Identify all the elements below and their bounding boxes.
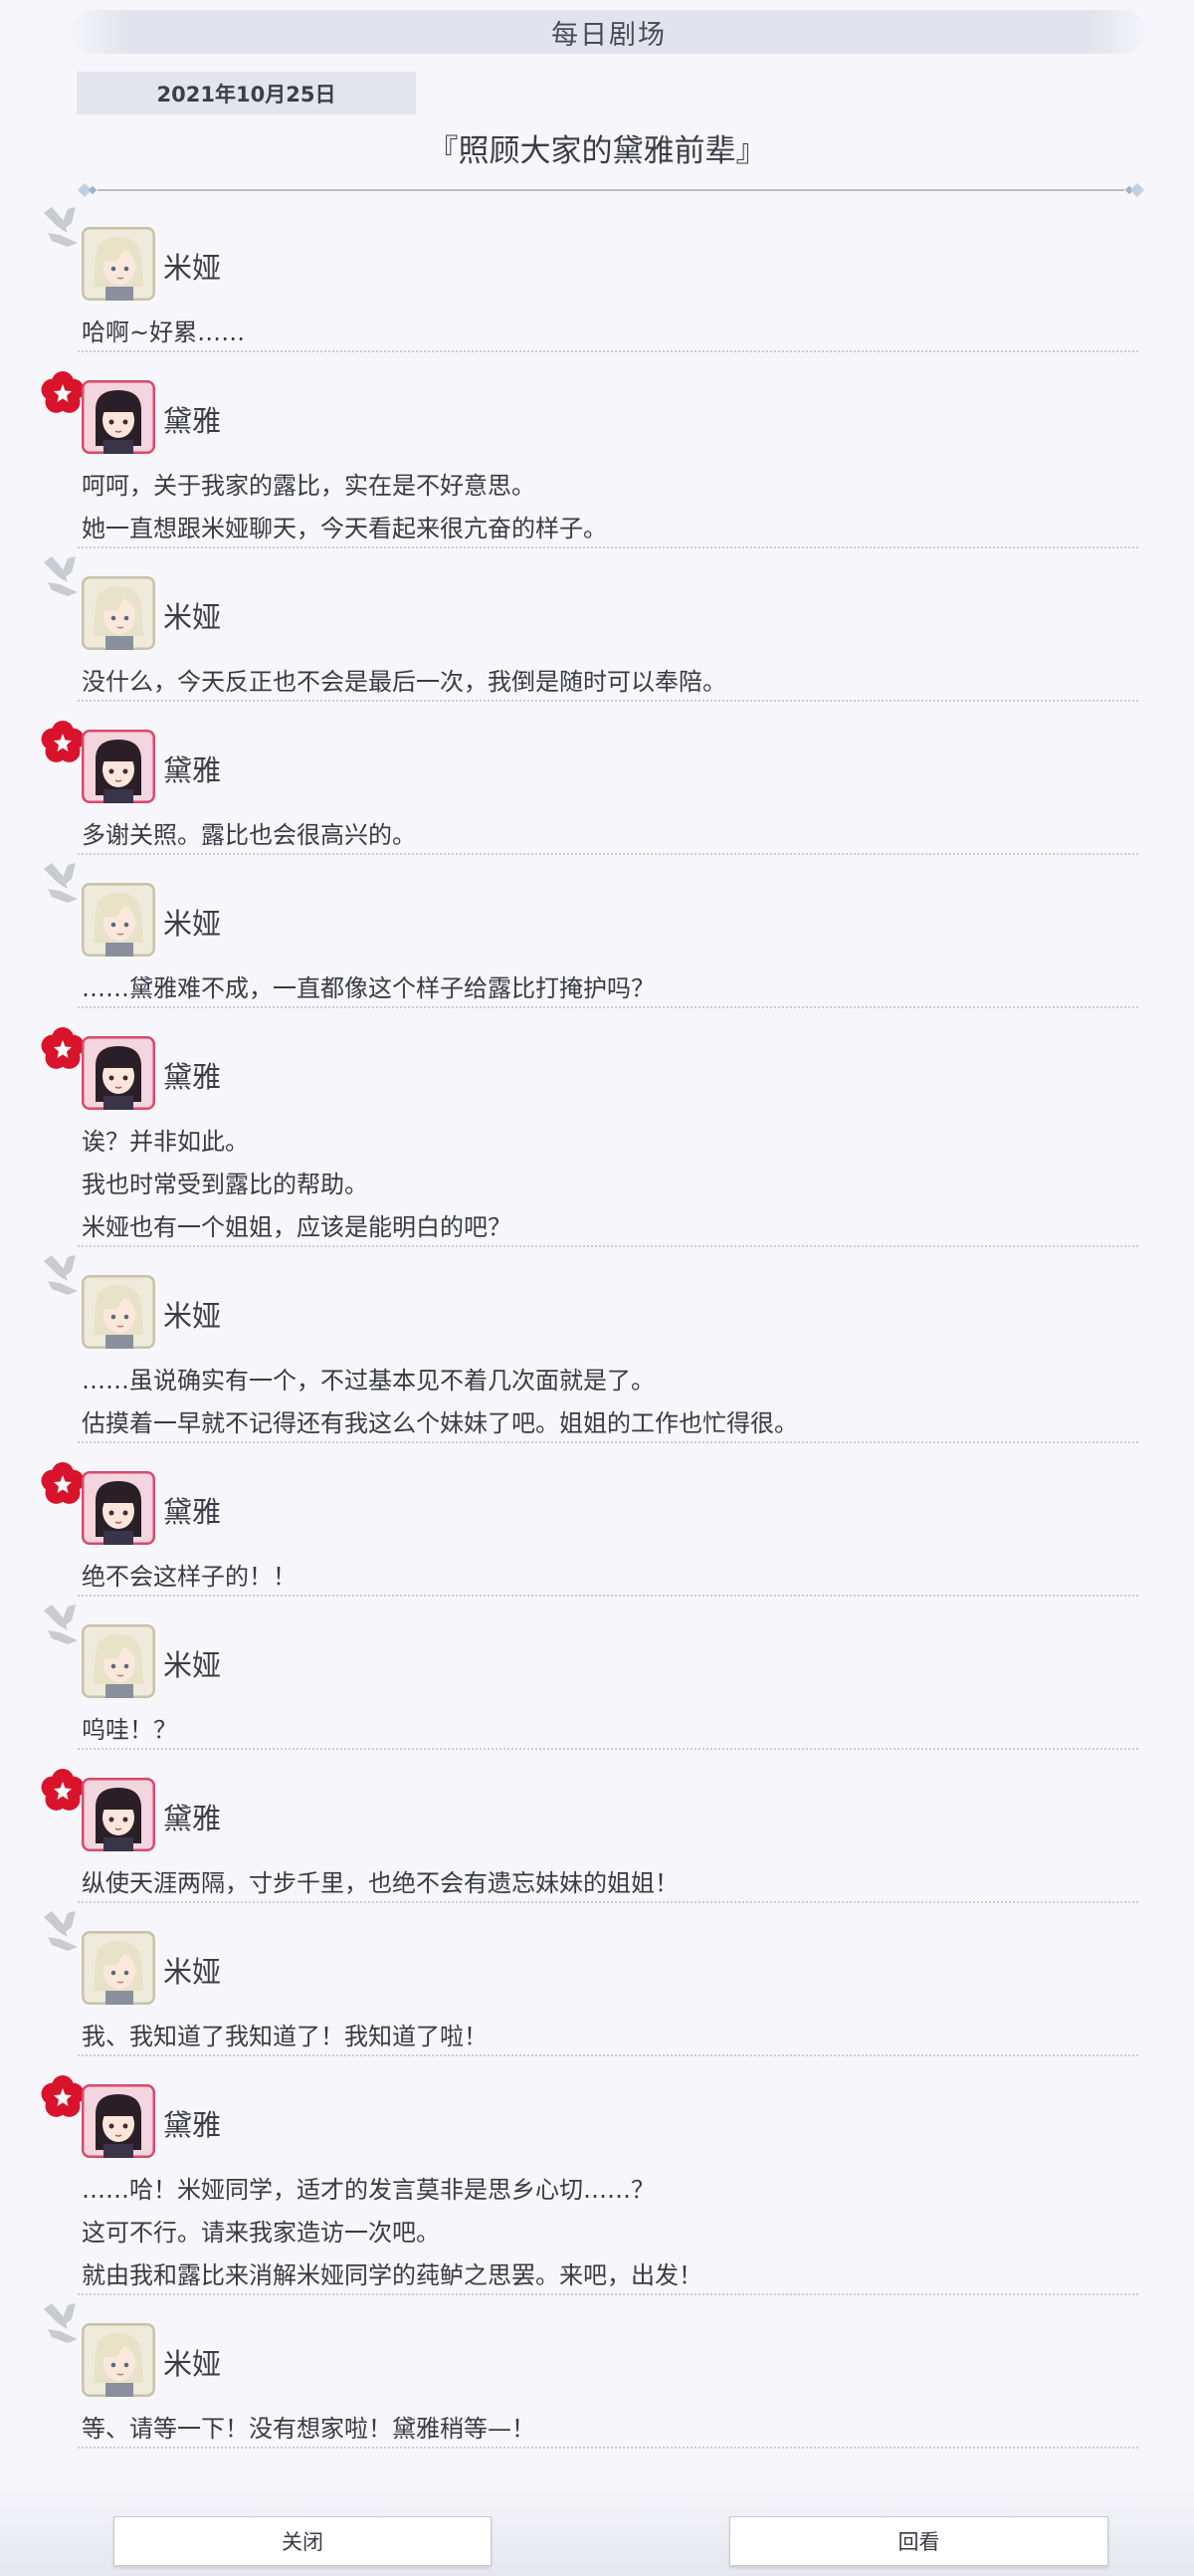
dialogue-line: 多谢关照。露比也会很高兴的。: [82, 821, 416, 849]
speaker-name: 黛雅: [163, 2108, 222, 2142]
red-flower-emblem-icon: [38, 368, 88, 418]
dialogue-line: 纵使天涯两隔，寸步千里，也绝不会有遗忘妹妹的姐姐！: [82, 1869, 679, 1897]
speaker-name: 米娅: [163, 1955, 222, 1989]
dialogue-line: 这可不行。请来我家造访一次吧。: [82, 2219, 440, 2247]
title-banner: 每日剧场: [64, 10, 1154, 54]
dialogue-line: 绝不会这样子的！！: [82, 1563, 297, 1591]
daily-theater-screen: 每日剧场 2021年10月25日 『照顾大家的黛雅前辈』 米娅 哈啊~好累…… 黛雅…: [0, 0, 1194, 2576]
avatar: [82, 1931, 155, 2005]
dialogue-line: 我、我知道了我知道了！我知道了啦！: [82, 2023, 488, 2050]
avatar: [82, 1624, 155, 1698]
crossed-swords-emblem-icon: [38, 1907, 88, 1957]
date-label: 2021年10月25日: [156, 82, 336, 107]
dialogue-line: 呵呵，关于我家的露比，实在是不好意思。: [82, 472, 535, 500]
dialogue-line: 没什么，今天反正也不会是最后一次，我倒是随时可以奉陪。: [82, 668, 726, 696]
red-flower-emblem-icon: [38, 1459, 88, 1509]
avatar: [82, 2084, 155, 2158]
red-flower-emblem-icon: [38, 1766, 88, 1816]
speaker-name: 米娅: [163, 2347, 222, 2381]
red-flower-emblem-icon: [38, 2072, 88, 2122]
entry-separator: [78, 546, 1138, 548]
dialogue-line: 我也时常受到露比的帮助。: [82, 1171, 368, 1198]
screen-title: 每日剧场: [551, 19, 667, 51]
title-divider: [77, 182, 1145, 198]
speaker-name: 黛雅: [163, 1802, 222, 1835]
entry-separator: [78, 1748, 1138, 1750]
crossed-swords-emblem-icon: [38, 1601, 88, 1650]
entry-separator: [78, 1245, 1138, 1247]
dialogue-line: ……黛雅难不成，一直都像这个样子给露比打掩护吗？: [82, 974, 655, 1002]
replay-button[interactable]: 回看: [729, 2516, 1108, 2566]
crossed-swords-emblem-icon: [38, 859, 88, 909]
dialogue-line: ……哈！米娅同学，适才的发言莫非是思乡心切……？: [82, 2176, 655, 2204]
entry-separator: [78, 2293, 1138, 2295]
dialogue-line: 就由我和露比来消解米娅同学的莼鲈之思罢。来吧，出发！: [82, 2261, 702, 2289]
speaker-name: 米娅: [163, 600, 222, 634]
avatar: [82, 227, 155, 301]
dialogue-line: 估摸着一早就不记得还有我这么个妹妹了吧。姐姐的工作也忙得很。: [82, 1409, 798, 1437]
divider-line: [98, 189, 1124, 191]
avatar: [82, 2323, 155, 2397]
avatar: [82, 576, 155, 650]
avatar: [82, 380, 155, 454]
dialogue-line: 米娅也有一个姐姐，应该是能明白的吧？: [82, 1213, 511, 1241]
diamond-ornament-icon: [88, 185, 98, 195]
dialogue-line: 等、请等一下！没有想家啦！黛雅稍等—！: [82, 2415, 535, 2443]
dialogue-line: 呜哇！？: [82, 1716, 177, 1744]
close-button[interactable]: 关闭: [113, 2516, 492, 2566]
dialogue-line: 她一直想跟米娅聊天，今天看起来很亢奋的样子。: [82, 515, 607, 542]
crossed-swords-emblem-icon: [38, 552, 88, 602]
entry-separator: [78, 1595, 1138, 1597]
episode-title: 『照顾大家的黛雅前辈』: [427, 133, 767, 169]
speaker-name: 黛雅: [163, 404, 222, 438]
diamond-ornament-icon: [1129, 182, 1145, 198]
red-flower-emblem-icon: [38, 1024, 88, 1074]
entry-separator: [78, 1006, 1138, 1008]
crossed-swords-emblem-icon: [38, 2299, 88, 2349]
avatar: [82, 1471, 155, 1545]
speaker-name: 黛雅: [163, 753, 222, 787]
avatar: [82, 1778, 155, 1851]
speaker-name: 黛雅: [163, 1495, 222, 1529]
avatar: [82, 883, 155, 957]
entry-separator: [78, 700, 1138, 702]
speaker-name: 米娅: [163, 1648, 222, 1682]
speaker-name: 米娅: [163, 907, 222, 941]
entry-separator: [78, 1441, 1138, 1443]
speaker-name: 米娅: [163, 1299, 222, 1333]
avatar: [82, 730, 155, 803]
date-badge: 2021年10月25日: [77, 72, 416, 114]
entry-separator: [78, 2447, 1138, 2449]
avatar: [82, 1036, 155, 1110]
entry-separator: [78, 2054, 1138, 2056]
entry-separator: [78, 1901, 1138, 1903]
red-flower-emblem-icon: [38, 718, 88, 767]
dialogue-line: ……虽说确实有一个，不过基本见不着几次面就是了。: [82, 1367, 655, 1395]
speaker-name: 米娅: [163, 251, 222, 285]
avatar: [82, 1275, 155, 1349]
speaker-name: 黛雅: [163, 1060, 222, 1094]
entry-separator: [78, 853, 1138, 855]
dialogue-line: 哈啊~好累……: [82, 319, 246, 346]
crossed-swords-emblem-icon: [38, 1251, 88, 1301]
dialogue-line: 诶？并非如此。: [82, 1128, 249, 1156]
entry-separator: [78, 350, 1138, 352]
crossed-swords-emblem-icon: [38, 203, 88, 253]
